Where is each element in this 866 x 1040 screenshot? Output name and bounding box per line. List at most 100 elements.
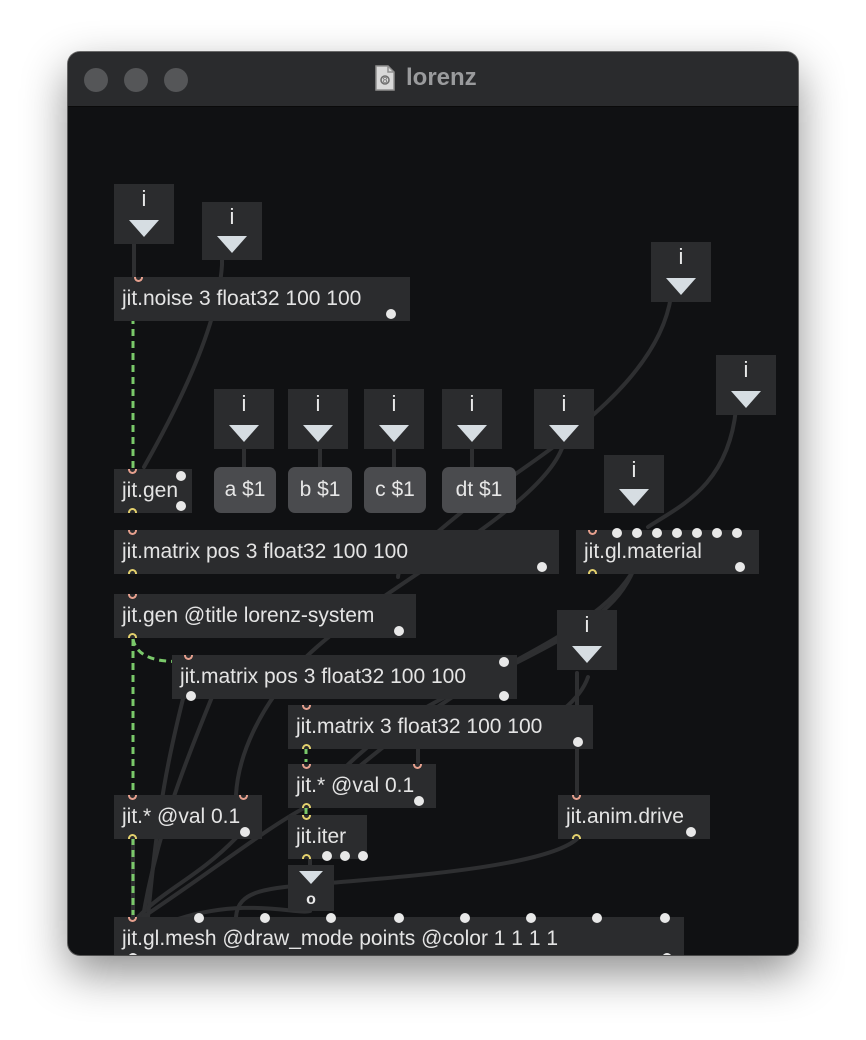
integer-box-label: i: [315, 391, 321, 416]
inlet[interactable]: [460, 913, 470, 923]
integer-box-c[interactable]: i: [364, 389, 424, 449]
down-triangle-icon: [229, 425, 259, 442]
outlet[interactable]: [394, 626, 404, 636]
object-jit-iter[interactable]: jit.iter: [288, 815, 368, 861]
outlet[interactable]: [128, 569, 137, 574]
outlet[interactable]: [240, 827, 250, 837]
inlet[interactable]: [176, 471, 186, 481]
close-window-button[interactable]: [84, 68, 108, 92]
inlet[interactable]: [499, 657, 509, 667]
outlet[interactable]: [302, 803, 311, 808]
outlet[interactable]: [414, 796, 424, 806]
outlet[interactable]: [176, 501, 186, 511]
integer-box-5[interactable]: i: [534, 389, 594, 449]
integer-box-label: i: [469, 391, 475, 416]
object-jit-matrix-pos[interactable]: jit.matrix pos 3 float32 100 100: [114, 530, 559, 574]
inlet[interactable]: [692, 528, 702, 538]
inlet[interactable]: [326, 913, 336, 923]
object-jit-gl-mesh[interactable]: jit.gl.mesh @draw_mode points @color 1 1…: [114, 913, 684, 955]
object-jit-mul-2[interactable]: jit.* @val 0.1: [288, 764, 436, 808]
integer-box-label: i: [391, 391, 397, 416]
integer-box-label: i: [229, 204, 235, 229]
inlet[interactable]: [184, 655, 193, 660]
inlet[interactable]: [302, 764, 311, 769]
outlet[interactable]: [499, 691, 509, 701]
object-text: jit.iter: [296, 825, 347, 848]
inlet[interactable]: [302, 815, 311, 820]
inlet[interactable]: [632, 528, 642, 538]
message-c[interactable]: c $1: [364, 467, 426, 513]
outlet[interactable]: [588, 569, 597, 574]
integer-box-7[interactable]: i: [557, 610, 617, 670]
outlet[interactable]: [537, 562, 547, 572]
object-jit-anim-drive[interactable]: jit.anim.drive: [558, 795, 710, 839]
object-jit-matrix-pos-2[interactable]: jit.matrix pos 3 float32 100 100: [172, 655, 517, 701]
outlet[interactable]: [386, 309, 396, 319]
inlet[interactable]: [134, 277, 143, 282]
outlet[interactable]: [128, 953, 138, 955]
inlet[interactable]: [239, 795, 248, 800]
inlet[interactable]: [592, 913, 602, 923]
object-text: jit.anim.drive: [566, 805, 684, 828]
inlet[interactable]: [128, 530, 137, 535]
inlet[interactable]: [712, 528, 722, 538]
integer-box-2[interactable]: i: [202, 202, 262, 260]
outlet[interactable]: [128, 508, 137, 513]
integer-box-1[interactable]: i: [114, 184, 174, 244]
outlet[interactable]: [128, 834, 137, 839]
outlet[interactable]: [302, 854, 311, 859]
minimize-window-button[interactable]: [124, 68, 148, 92]
inlet[interactable]: [413, 764, 422, 769]
integer-box-b[interactable]: i: [288, 389, 348, 449]
outlet[interactable]: [186, 691, 196, 701]
integer-box-3[interactable]: i: [651, 242, 711, 302]
outlet[interactable]: [572, 834, 581, 839]
outlet[interactable]: [322, 851, 332, 861]
integer-box-a[interactable]: i: [214, 389, 274, 449]
inlet[interactable]: [526, 913, 536, 923]
inlet[interactable]: [194, 913, 204, 923]
inlet[interactable]: [572, 795, 581, 800]
object-jit-gl-material[interactable]: jit.gl.material: [576, 528, 759, 574]
object-jit-matrix[interactable]: jit.matrix 3 float32 100 100: [288, 705, 593, 749]
integer-box-dt[interactable]: i: [442, 389, 502, 449]
bang-triangle-icon: [299, 871, 323, 884]
outlet[interactable]: [735, 562, 745, 572]
outlet[interactable]: [340, 851, 350, 861]
message-b[interactable]: b $1: [288, 467, 352, 513]
inlet[interactable]: [394, 913, 404, 923]
object-jit-noise[interactable]: jit.noise 3 float32 100 100: [114, 277, 410, 321]
outlet[interactable]: [573, 737, 583, 747]
down-triangle-icon: [731, 391, 761, 408]
patcher-canvas[interactable]: i i i i i i i i i i i jit.noise 3 float3…: [68, 107, 798, 955]
object-jit-mul-1[interactable]: jit.* @val 0.1: [114, 795, 262, 839]
outlet[interactable]: [128, 633, 137, 638]
inlet[interactable]: [732, 528, 742, 538]
inlet[interactable]: [588, 530, 597, 535]
bang-button[interactable]: o: [288, 865, 334, 911]
inlet[interactable]: [128, 917, 137, 922]
inlet[interactable]: [128, 795, 137, 800]
inlet[interactable]: [660, 913, 670, 923]
inlet[interactable]: [302, 705, 311, 710]
outlet[interactable]: [302, 744, 311, 749]
inlet[interactable]: [260, 913, 270, 923]
inlet[interactable]: [652, 528, 662, 538]
outlet[interactable]: [358, 851, 368, 861]
message-dt[interactable]: dt $1: [442, 467, 516, 513]
inlet[interactable]: [672, 528, 682, 538]
inlet[interactable]: [612, 528, 622, 538]
integer-box-label: i: [141, 186, 147, 211]
object-jit-gen-lorenz[interactable]: jit.gen @title lorenz-system: [114, 594, 416, 638]
object-jit-gen[interactable]: jit.gen: [114, 469, 192, 513]
zoom-window-button[interactable]: [164, 68, 188, 92]
object-text: jit.gl.material: [584, 540, 702, 563]
integer-box-6[interactable]: i: [604, 455, 664, 513]
inlet[interactable]: [128, 469, 137, 474]
outlet[interactable]: [662, 953, 672, 955]
inlet[interactable]: [128, 594, 137, 599]
outlet[interactable]: [686, 827, 696, 837]
integer-box-4[interactable]: i: [716, 355, 776, 415]
object-text: jit.gl.mesh @draw_mode points @color 1 1…: [122, 927, 559, 950]
message-a[interactable]: a $1: [214, 467, 276, 513]
